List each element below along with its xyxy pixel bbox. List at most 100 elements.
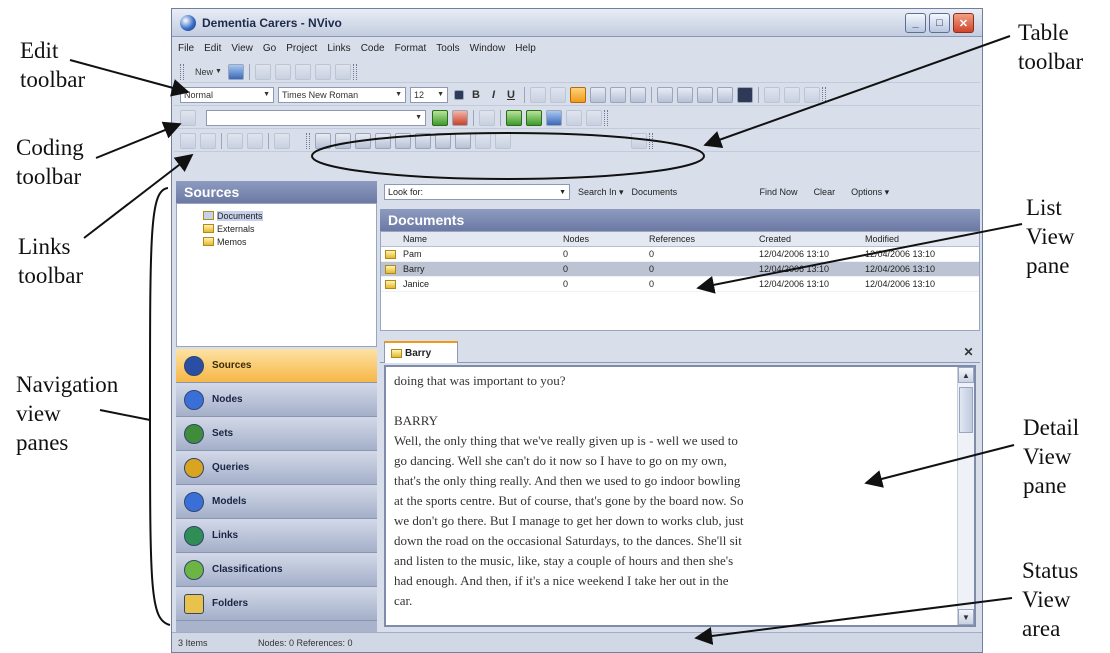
- increase-indent-icon[interactable]: [676, 86, 693, 103]
- nav-button-nodes[interactable]: Nodes: [176, 383, 377, 417]
- tree-item-documents[interactable]: Documents: [203, 209, 376, 222]
- search-in-button[interactable]: Search In ▾: [578, 187, 624, 198]
- minimize-button[interactable]: _: [905, 13, 926, 33]
- delete-column-icon[interactable]: [375, 132, 391, 149]
- table-move-icon[interactable]: [475, 132, 491, 149]
- code-at-select[interactable]: ▼: [206, 109, 426, 126]
- options-button[interactable]: Options ▾: [851, 187, 889, 198]
- close-icon[interactable]: ✕: [961, 344, 976, 359]
- tab-barry[interactable]: Barry: [384, 341, 458, 363]
- menu-tools[interactable]: Tools: [436, 43, 459, 54]
- menu-go[interactable]: Go: [263, 43, 276, 54]
- shading-icon[interactable]: [549, 86, 566, 103]
- vertical-scrollbar[interactable]: ▲ ▼: [957, 367, 974, 625]
- column-header-nodes[interactable]: Nodes: [563, 234, 649, 244]
- toolbar-end-grip[interactable]: [604, 109, 608, 126]
- maximize-button[interactable]: □: [929, 13, 950, 33]
- coding-stripes-icon[interactable]: [526, 109, 542, 126]
- column-header-references[interactable]: References: [649, 234, 759, 244]
- nav-button-models[interactable]: Models: [176, 485, 377, 519]
- highlight-coding-icon[interactable]: [506, 109, 522, 126]
- code-icon[interactable]: [432, 109, 448, 126]
- bullets-icon[interactable]: [696, 86, 713, 103]
- cut-icon[interactable]: [254, 63, 271, 80]
- link-icon[interactable]: [180, 132, 196, 149]
- look-for-input[interactable]: Look for: ▼: [384, 184, 570, 200]
- align-right-icon[interactable]: [609, 86, 626, 103]
- table-row[interactable]: Pam 0 0 12/04/2006 13:10 12/04/2006 13:1…: [381, 247, 979, 262]
- save-icon[interactable]: [227, 63, 244, 80]
- column-header-modified[interactable]: Modified: [865, 234, 975, 244]
- new-button[interactable]: New: [195, 67, 213, 77]
- align-left-icon[interactable]: [569, 86, 586, 103]
- select-table-icon[interactable]: [455, 132, 471, 149]
- font-size-select[interactable]: 12 ▼: [410, 86, 448, 103]
- nav-button-queries[interactable]: Queries: [176, 451, 377, 485]
- detail-view-pane[interactable]: doing that was important to you? BARRY W…: [384, 365, 976, 627]
- font-select[interactable]: Times New Roman ▼: [278, 86, 406, 103]
- delete-row-icon[interactable]: [355, 132, 371, 149]
- menu-project[interactable]: Project: [286, 43, 317, 54]
- title-bar[interactable]: Dementia Carers - NVivo _ □ ✕: [172, 9, 982, 37]
- nav-button-classifications[interactable]: Classifications: [176, 553, 377, 587]
- toolbar-grip[interactable]: [180, 63, 184, 80]
- find-binoculars-icon[interactable]: [736, 86, 753, 103]
- in-vivo-icon[interactable]: [479, 109, 495, 126]
- spellcheck-icon[interactable]: [803, 86, 820, 103]
- menu-links[interactable]: Links: [327, 43, 350, 54]
- scroll-up-icon[interactable]: ▲: [958, 367, 974, 383]
- decrease-indent-icon[interactable]: [656, 86, 673, 103]
- close-button[interactable]: ✕: [953, 13, 974, 33]
- menu-view[interactable]: View: [231, 43, 253, 54]
- sort-icon[interactable]: [763, 86, 780, 103]
- align-center-icon[interactable]: [589, 86, 606, 103]
- bold-button[interactable]: B: [472, 89, 480, 101]
- justify-icon[interactable]: [629, 86, 646, 103]
- undo-icon[interactable]: [314, 63, 331, 80]
- table-extra-icon[interactable]: [495, 132, 511, 149]
- numbering-icon[interactable]: [716, 86, 733, 103]
- nav-button-folders[interactable]: Folders: [176, 587, 377, 621]
- uncode-icon[interactable]: [452, 109, 468, 126]
- font-color-icon[interactable]: [454, 89, 464, 100]
- scrollbar-thumb[interactable]: [959, 387, 973, 433]
- paste-icon[interactable]: [294, 63, 311, 80]
- new-dropdown-arrow-icon[interactable]: ▼: [215, 68, 222, 75]
- find-now-button[interactable]: Find Now: [760, 187, 798, 197]
- code-selection-icon[interactable]: [180, 109, 196, 126]
- copy-icon[interactable]: [274, 63, 291, 80]
- tree-item-externals[interactable]: Externals: [203, 222, 376, 235]
- merge-cells-icon[interactable]: [395, 132, 411, 149]
- insert-row-icon[interactable]: [315, 132, 331, 149]
- underline-button[interactable]: U: [507, 89, 515, 101]
- hyperlink-icon[interactable]: [274, 132, 290, 149]
- column-header-name[interactable]: Name: [403, 234, 563, 244]
- toolbar-end-grip[interactable]: [352, 63, 357, 80]
- menu-edit[interactable]: Edit: [204, 43, 221, 54]
- memo-link-icon[interactable]: [247, 132, 263, 149]
- toolbar-end-grip[interactable]: [821, 86, 826, 103]
- nav-button-sources[interactable]: Sources: [176, 349, 377, 383]
- coding-options-icon[interactable]: [566, 109, 582, 126]
- tree-item-memos[interactable]: Memos: [203, 235, 376, 248]
- table-lock-icon[interactable]: [631, 132, 647, 149]
- split-cells-icon[interactable]: [415, 132, 431, 149]
- toolbar-grip[interactable]: [306, 132, 310, 149]
- table-properties-icon[interactable]: [435, 132, 451, 149]
- menu-file[interactable]: File: [178, 43, 194, 54]
- toolbar-end-grip[interactable]: [649, 132, 653, 149]
- document-text[interactable]: doing that was important to you? BARRY W…: [394, 371, 954, 611]
- border-icon[interactable]: [529, 86, 546, 103]
- coding-more-icon[interactable]: [586, 109, 602, 126]
- see-also-link-icon[interactable]: [227, 132, 243, 149]
- scroll-down-icon[interactable]: ▼: [958, 609, 974, 625]
- redo-icon[interactable]: [334, 63, 351, 80]
- column-header-created[interactable]: Created: [759, 234, 865, 244]
- menu-window[interactable]: Window: [470, 43, 506, 54]
- menu-code[interactable]: Code: [361, 43, 385, 54]
- table-row[interactable]: Barry 0 0 12/04/2006 13:10 12/04/2006 13…: [381, 262, 979, 277]
- menu-format[interactable]: Format: [395, 43, 427, 54]
- nav-button-links[interactable]: Links: [176, 519, 377, 553]
- filter-icon[interactable]: [783, 86, 800, 103]
- table-row[interactable]: Janice 0 0 12/04/2006 13:10 12/04/2006 1…: [381, 277, 979, 292]
